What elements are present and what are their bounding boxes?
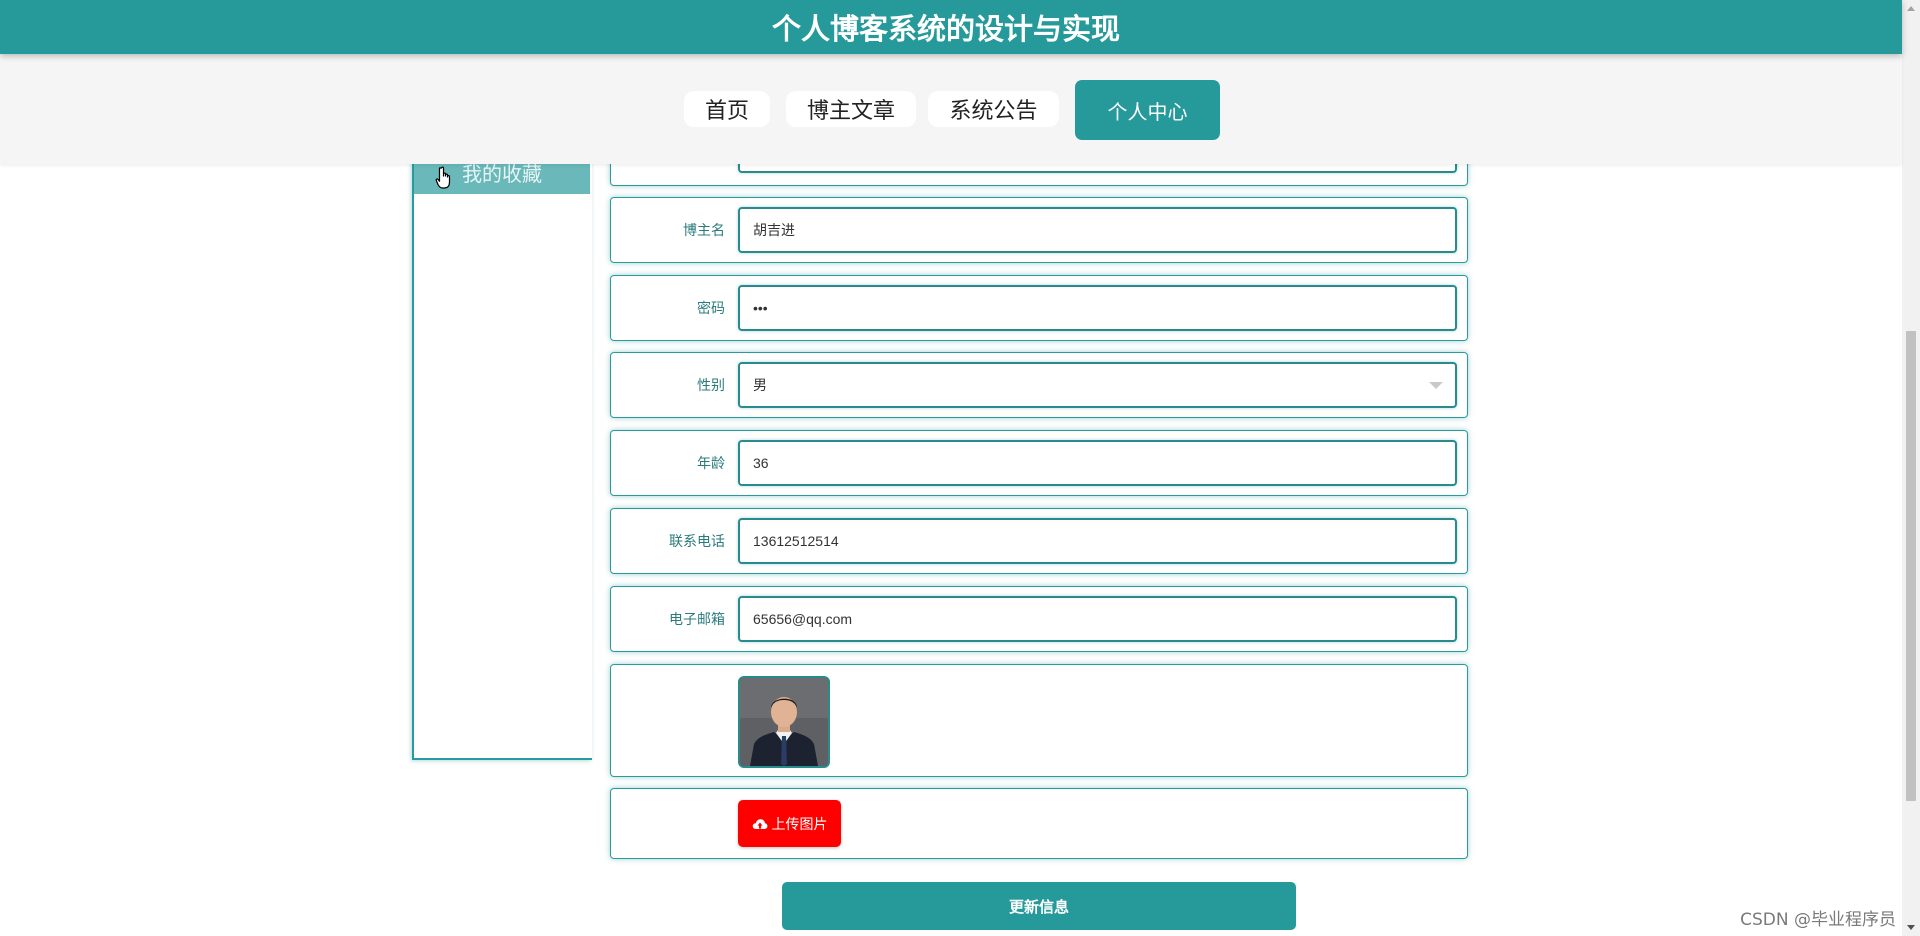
upload-label: 上传图片 xyxy=(771,816,828,833)
email-label: 电子邮箱 xyxy=(669,612,725,628)
site-title: 个人博客系统的设计与实现 xyxy=(771,12,1120,46)
csdn-watermark: CSDN @毕业程序员 xyxy=(1740,910,1896,930)
password-input[interactable]: ••• xyxy=(738,285,1457,331)
form-row-email: 电子邮箱 65656@qq.com xyxy=(610,586,1468,652)
sidebar: 我的收藏 xyxy=(412,150,592,760)
form-row-phone: 联系电话 13612512514 xyxy=(610,508,1468,574)
form-row-upload: 上传图片 xyxy=(610,788,1468,859)
scroll-up-arrow-icon[interactable] xyxy=(1907,6,1915,11)
form-row-age: 年龄 36 xyxy=(610,430,1468,496)
form-row-gender: 性别 男 xyxy=(610,352,1468,418)
phone-label: 联系电话 xyxy=(669,534,725,550)
blogger-name-value: 胡吉进 xyxy=(753,222,795,238)
gender-label: 性别 xyxy=(697,378,725,394)
gender-value: 男 xyxy=(753,377,767,393)
scroll-thumb[interactable] xyxy=(1906,331,1916,801)
age-input[interactable]: 36 xyxy=(738,440,1457,486)
blogger-name-label: 博主名 xyxy=(683,223,725,239)
age-value: 36 xyxy=(753,455,769,471)
hand-cursor-icon xyxy=(435,166,451,189)
phone-value: 13612512514 xyxy=(753,533,839,549)
form-row-blogger-name: 博主名 胡吉进 xyxy=(610,197,1468,263)
nav-personal-center[interactable]: 个人中心 xyxy=(1075,80,1220,140)
gender-select[interactable]: 男 xyxy=(738,362,1457,408)
blogger-name-input[interactable]: 胡吉进 xyxy=(738,207,1457,253)
scroll-down-arrow-icon[interactable] xyxy=(1907,925,1915,930)
top-header-bar: 个人博客系统的设计与实现 xyxy=(0,0,1902,54)
form-row-password: 密码 ••• xyxy=(610,275,1468,341)
nav-announcements[interactable]: 系统公告 xyxy=(928,91,1059,127)
phone-input[interactable]: 13612512514 xyxy=(738,518,1457,564)
nav-home[interactable]: 首页 xyxy=(684,91,770,127)
update-info-button[interactable]: 更新信息 xyxy=(782,882,1296,930)
nav-blogger-articles[interactable]: 博主文章 xyxy=(786,91,916,127)
main-nav: 首页 博主文章 系统公告 个人中心 xyxy=(0,54,1902,164)
avatar-image xyxy=(738,676,830,768)
chevron-down-icon xyxy=(1429,382,1443,389)
password-value: ••• xyxy=(753,300,768,316)
form-row-avatar xyxy=(610,664,1468,777)
avatar-photo xyxy=(740,678,828,766)
page-scrollbar[interactable] xyxy=(1902,0,1920,936)
cloud-upload-icon xyxy=(752,818,767,829)
password-label: 密码 xyxy=(697,301,725,317)
upload-image-button[interactable]: 上传图片 xyxy=(738,800,841,847)
age-label: 年龄 xyxy=(697,456,725,472)
email-value: 65656@qq.com xyxy=(753,611,853,627)
email-input[interactable]: 65656@qq.com xyxy=(738,596,1457,642)
